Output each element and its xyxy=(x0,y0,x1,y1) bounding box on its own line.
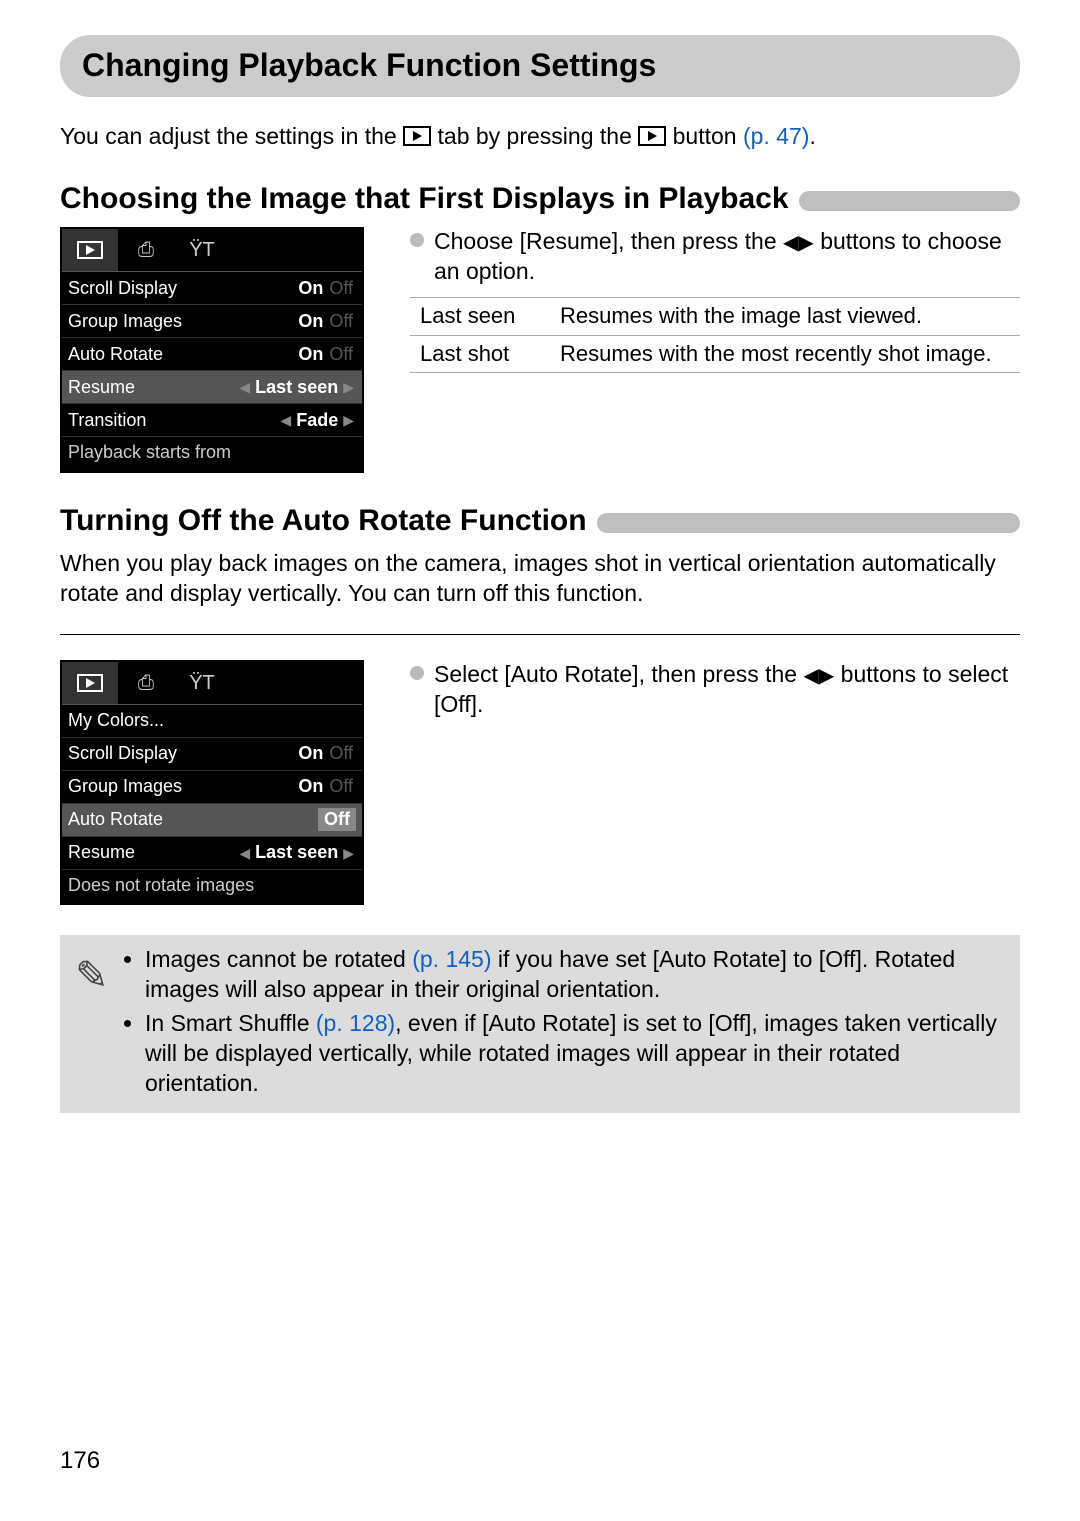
page-title-text: Changing Playback Function Settings xyxy=(82,47,656,83)
list-item: Images cannot be rotated (p. 145) if you… xyxy=(145,945,1005,1005)
camera-lcd-screenshot: ⎙ ŸT My Colors...Scroll DisplayOnOffGrou… xyxy=(60,660,364,905)
print-icon: ⎙ xyxy=(138,670,154,696)
lcd-row-label: Resume xyxy=(68,376,237,399)
lcd-row-label: Auto Rotate xyxy=(68,343,295,366)
left-arrow-icon: ◀ xyxy=(237,844,252,862)
lcd-status: Playback starts from xyxy=(62,437,362,470)
lcd-row: Resume◀Last seen▶ xyxy=(62,371,362,404)
note-box: ✎ Images cannot be rotated (p. 145) if y… xyxy=(60,935,1020,1112)
bullet-icon xyxy=(410,233,424,247)
lcd-row-label: Transition xyxy=(68,409,278,432)
lcd-tab-playback xyxy=(62,229,118,271)
left-arrow-icon: ◀ xyxy=(278,411,293,429)
note-list: Images cannot be rotated (p. 145) if you… xyxy=(125,945,1005,1102)
table-row: Last seenResumes with the image last vie… xyxy=(410,298,1020,336)
right-arrow-icon: ▶ xyxy=(341,844,356,862)
intro-text: You can adjust the settings in the tab b… xyxy=(60,122,1020,152)
options-table: Last seenResumes with the image last vie… xyxy=(410,297,1020,373)
page-ref-link[interactable]: (p. 128) xyxy=(316,1010,395,1036)
left-right-arrows-icon: ◀▶ xyxy=(783,232,814,254)
playback-tab-icon xyxy=(403,126,431,146)
left-arrow-icon: ◀ xyxy=(237,378,252,396)
lcd-tab-print: ⎙ xyxy=(118,662,174,704)
note-pencil-icon: ✎ xyxy=(75,945,125,1102)
instruction-bullet: Choose [Resume], then press the ◀▶ butto… xyxy=(410,227,1020,287)
section2-heading-text: Turning Off the Auto Rotate Function xyxy=(60,503,587,539)
left-right-arrows-icon: ◀▶ xyxy=(804,665,835,687)
lcd-row: Resume◀Last seen▶ xyxy=(62,837,362,870)
section1-heading-text: Choosing the Image that First Displays i… xyxy=(60,181,789,217)
lcd-row-label: Group Images xyxy=(68,310,295,333)
table-row: Last shotResumes with the most recently … xyxy=(410,335,1020,373)
lcd-row-label: Scroll Display xyxy=(68,277,295,300)
lcd-row: Group ImagesOnOff xyxy=(62,305,362,338)
print-icon: ⎙ xyxy=(138,237,154,263)
instruction-bullet: Select [Auto Rotate], then press the ◀▶ … xyxy=(410,660,1020,720)
section-heading: Turning Off the Auto Rotate Function xyxy=(60,503,1020,539)
lcd-row-label: Auto Rotate xyxy=(68,808,288,831)
lcd-status: Does not rotate images xyxy=(62,870,362,903)
separator-rule xyxy=(60,634,1020,635)
camera-lcd-screenshot: ⎙ ŸT Scroll DisplayOnOffGroup ImagesOnOf… xyxy=(60,227,364,472)
heading-bar xyxy=(597,513,1020,533)
page-ref-link[interactable]: (p. 145) xyxy=(412,946,491,972)
bullet-icon xyxy=(410,666,424,680)
lcd-row-label: My Colors... xyxy=(68,709,356,732)
lcd-row: Auto RotateOnOff xyxy=(62,338,362,371)
page-title: Changing Playback Function Settings xyxy=(60,35,1020,97)
lcd-row: Group ImagesOnOff xyxy=(62,771,362,804)
tools-icon: ŸT xyxy=(189,237,215,263)
right-arrow-icon: ▶ xyxy=(341,378,356,396)
right-arrow-icon: ▶ xyxy=(341,411,356,429)
lcd-row-label: Resume xyxy=(68,841,237,864)
playback-icon xyxy=(77,674,103,692)
lcd-tab-tools: ŸT xyxy=(174,662,230,704)
lcd-row-label: Group Images xyxy=(68,775,295,798)
heading-bar xyxy=(799,191,1020,211)
lcd-row: Auto RotateOnOff xyxy=(62,804,362,837)
playback-icon xyxy=(77,241,103,259)
page-number: 176 xyxy=(60,1445,100,1476)
lcd-tab-tools: ŸT xyxy=(174,229,230,271)
lcd-row-label: Scroll Display xyxy=(68,742,295,765)
page-ref-link[interactable]: (p. 47) xyxy=(743,123,809,149)
lcd-row: Transition◀Fade▶ xyxy=(62,404,362,437)
playback-button-icon xyxy=(638,126,666,146)
lcd-row: Scroll DisplayOnOff xyxy=(62,738,362,771)
lcd-row: My Colors... xyxy=(62,705,362,738)
section2-para: When you play back images on the camera,… xyxy=(60,549,1020,609)
section-heading: Choosing the Image that First Displays i… xyxy=(60,181,1020,217)
tools-icon: ŸT xyxy=(189,670,215,696)
lcd-tab-playback xyxy=(62,662,118,704)
lcd-tab-print: ⎙ xyxy=(118,229,174,271)
list-item: In Smart Shuffle (p. 128), even if [Auto… xyxy=(145,1009,1005,1099)
lcd-row: Scroll DisplayOnOff xyxy=(62,272,362,305)
